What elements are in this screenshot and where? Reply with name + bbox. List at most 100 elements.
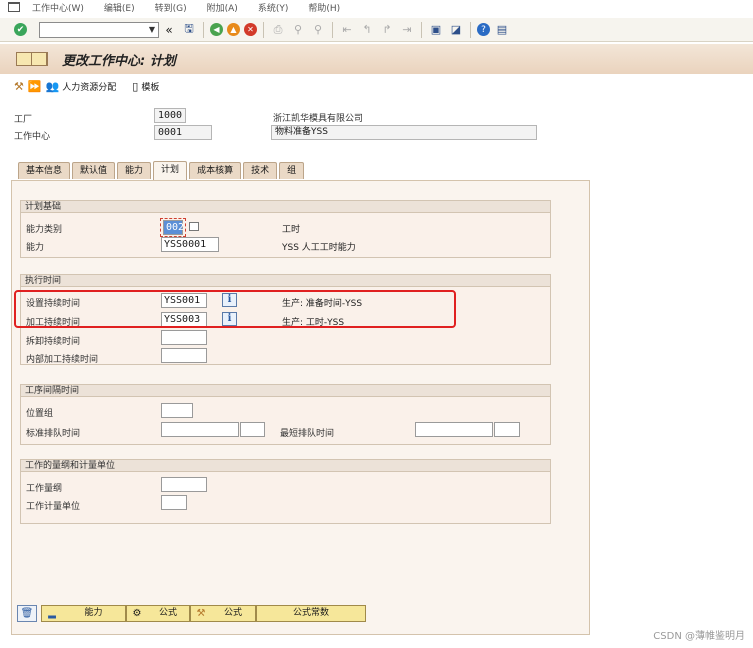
work-dimension-field[interactable] xyxy=(161,477,207,492)
tab-costing[interactable]: 成本核算 xyxy=(189,162,242,179)
location-group-label: 位置组 xyxy=(26,409,54,419)
tab-capacity[interactable]: 能力 xyxy=(117,162,152,179)
capacity-button[interactable]: ▂ 能力 xyxy=(41,604,126,622)
capacity-category-field[interactable]: 002 xyxy=(163,220,184,235)
formula-icon: ⚙ xyxy=(132,607,142,619)
formula-button-2[interactable]: ⚒ 公式 xyxy=(190,604,256,622)
teardown-duration-field[interactable] xyxy=(161,330,207,345)
group-title: 执行时间 xyxy=(21,275,550,287)
application-toolbar: ⚒ ⏩ 👥 人力资源分配 ▯ 模板 xyxy=(0,76,753,96)
plant-field[interactable]: 1000 xyxy=(154,108,186,123)
group-work-dimension: 工作的量纲和计量单位 xyxy=(20,459,551,524)
trash-icon: 🗑 xyxy=(20,607,34,619)
work-unit-label: 工作计量单位 xyxy=(26,502,81,512)
minimum-queue-time-unit-field[interactable] xyxy=(494,422,520,437)
next-page-icon[interactable]: ↱ xyxy=(379,22,395,38)
work-dimension-label: 工作量纲 xyxy=(26,484,63,494)
menu-list-icon[interactable] xyxy=(8,2,20,12)
tab-basic-data[interactable]: 基本信息 xyxy=(18,162,71,179)
tab-technical[interactable]: 技术 xyxy=(243,162,278,179)
workcenter-object-icon[interactable] xyxy=(16,52,48,66)
capacity-icon: ▂ xyxy=(48,607,56,619)
capacity-button-label: 能力 xyxy=(84,607,103,618)
menu-workcenter[interactable]: 工作中心(W) xyxy=(32,1,84,14)
toolbar-separator xyxy=(263,21,264,38)
standard-toolbar: ✔ ▼ « 🖫 ◀ ▲ ✕ ⎙ ⚲ ⚲ ⇤ ↰ ↱ ⇥ ▣ ◪ ? ▤ xyxy=(0,18,753,42)
toolbar-separator xyxy=(332,21,333,38)
hierarchy-icon[interactable]: ⚒ xyxy=(14,80,24,93)
template-icon[interactable]: ▯ xyxy=(132,80,138,93)
capacity-label: 能力 xyxy=(26,243,45,253)
tab-scheduling[interactable]: 计划 xyxy=(153,161,188,180)
title-bar: 更改工作中心: 计划 xyxy=(0,44,753,74)
cancel-icon[interactable]: ✕ xyxy=(244,23,257,36)
plant-label: 工厂 xyxy=(14,115,33,125)
find-icon[interactable]: ⚲ xyxy=(290,22,306,38)
first-page-icon[interactable]: ⇤ xyxy=(339,22,355,38)
previous-page-icon[interactable]: ↰ xyxy=(359,22,375,38)
delete-button[interactable]: 🗑 xyxy=(17,604,37,622)
work-unit-field[interactable] xyxy=(161,495,187,510)
command-field[interactable]: ▼ xyxy=(39,21,159,38)
new-session-icon[interactable]: ▣ xyxy=(428,22,444,38)
dropdown-arrow-icon[interactable]: ▼ xyxy=(149,25,155,34)
scheduling-tab-panel: 计划基础 能力类别 002 工时 能力 YSS0001 YSS 人工工时能力 执… xyxy=(11,180,590,635)
plant-description: 浙江凯华模具有限公司 xyxy=(273,114,364,124)
hr-assignment-icon[interactable]: 👥 xyxy=(46,80,60,93)
shortcut-icon[interactable]: ◪ xyxy=(448,22,464,38)
group-title: 工作的量纲和计量单位 xyxy=(21,460,550,472)
capacity-category-description: 工时 xyxy=(282,225,301,235)
minimum-queue-time-field[interactable] xyxy=(415,422,493,437)
tab-strip: 基本信息 默认值 能力 计划 成本核算 技术 组 xyxy=(18,161,306,180)
location-group-field[interactable] xyxy=(161,403,193,418)
capacity-field[interactable]: YSS0001 xyxy=(161,237,219,252)
capacity-description: YSS 人工工时能力 xyxy=(282,243,356,253)
bottom-button-bar: 🗑 ▂ 能力 ⚙ 公式 ⚒ 公式 公式常数 xyxy=(17,604,366,622)
menu-edit[interactable]: 编辑(E) xyxy=(104,1,135,14)
watermark: CSDN @薄帷鉴明月 xyxy=(653,631,745,642)
menu-bar: 工作中心(W) 编辑(E) 转到(G) 附加(A) 系统(Y) 帮助(H) xyxy=(0,0,753,14)
group-title: 计划基础 xyxy=(21,201,550,213)
group-title: 工序间隔时间 xyxy=(21,385,550,397)
toolbar-separator xyxy=(421,21,422,38)
menu-extras[interactable]: 附加(A) xyxy=(207,1,238,14)
formula-constants-button[interactable]: 公式常数 xyxy=(256,604,366,622)
standard-queue-time-field[interactable] xyxy=(161,422,239,437)
formula-button-label: 公式 xyxy=(158,607,177,618)
workcenter-label: 工作中心 xyxy=(14,132,51,142)
f4-help-icon[interactable] xyxy=(189,222,199,231)
formula-button-1[interactable]: ⚙ 公式 xyxy=(126,604,190,622)
template-button[interactable]: 模板 xyxy=(141,80,159,93)
hr-assignment-button[interactable]: 人力资源分配 xyxy=(62,80,116,93)
next-screen-icon[interactable]: ⏩ xyxy=(28,80,42,93)
layout-menu-icon[interactable]: ▤ xyxy=(494,22,510,38)
standard-queue-time-label: 标准排队时间 xyxy=(26,429,81,439)
formula-edit-icon: ⚒ xyxy=(196,607,206,619)
save-icon[interactable]: 🖫 xyxy=(181,22,197,38)
standard-queue-time-unit-field[interactable] xyxy=(240,422,265,437)
tab-group[interactable]: 组 xyxy=(279,162,305,179)
formula-button-label: 公式 xyxy=(223,607,242,618)
workcenter-description-field[interactable]: 物料准备YSS xyxy=(271,125,537,140)
toolbar-separator xyxy=(470,21,471,38)
internal-processing-duration-label: 内部加工持续时间 xyxy=(26,355,99,365)
menu-help[interactable]: 帮助(H) xyxy=(308,1,340,14)
workcenter-field[interactable]: 0001 xyxy=(154,125,212,140)
last-page-icon[interactable]: ⇥ xyxy=(399,22,415,38)
formula-constants-button-label: 公式常数 xyxy=(292,607,329,618)
menu-system[interactable]: 系统(Y) xyxy=(258,1,289,14)
double-chevron-left-icon[interactable]: « xyxy=(161,22,177,38)
menu-goto[interactable]: 转到(G) xyxy=(155,1,187,14)
internal-processing-duration-field[interactable] xyxy=(161,348,207,363)
minimum-queue-time-label: 最短排队时间 xyxy=(280,429,335,439)
exit-icon[interactable]: ▲ xyxy=(227,23,240,36)
back-icon[interactable]: ◀ xyxy=(210,23,223,36)
teardown-duration-label: 拆卸持续时间 xyxy=(26,337,81,347)
help-icon[interactable]: ? xyxy=(477,23,490,36)
toolbar-separator xyxy=(203,21,204,38)
print-icon[interactable]: ⎙ xyxy=(270,22,286,38)
enter-icon[interactable]: ✔ xyxy=(14,23,27,36)
tab-default-values[interactable]: 默认值 xyxy=(72,162,116,179)
capacity-category-label: 能力类别 xyxy=(26,225,63,235)
find-next-icon[interactable]: ⚲ xyxy=(310,22,326,38)
